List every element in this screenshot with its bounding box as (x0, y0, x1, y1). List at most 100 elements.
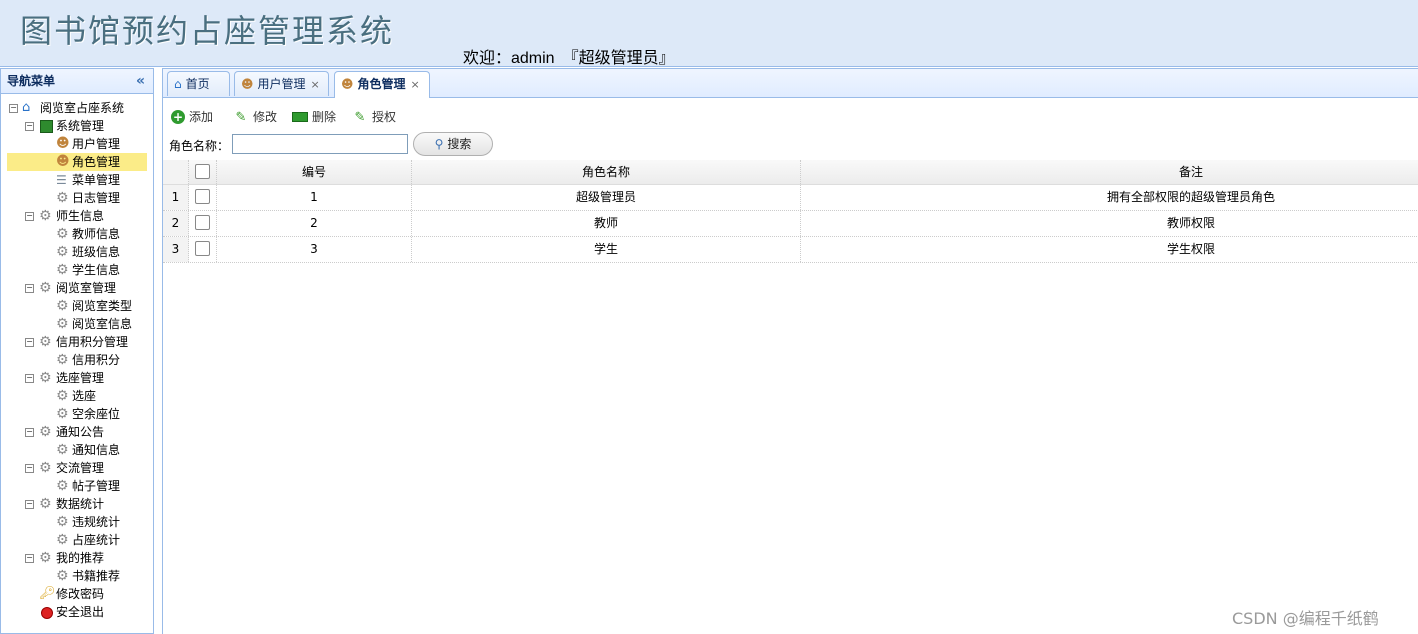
tree-node-reading-room[interactable]: − ⚙ 阅览室管理 (1, 279, 153, 297)
watermark: CSDN @编程千纸鹤 (1232, 609, 1379, 628)
collapse-toggle-icon[interactable]: − (25, 284, 34, 293)
add-button[interactable]: + 添加 (171, 107, 213, 127)
gear-icon: ⚙ (39, 496, 52, 512)
select-all-checkbox[interactable] (195, 164, 210, 179)
tree-node-log-manage[interactable]: ⚙ 日志管理 (1, 189, 153, 207)
collapse-toggle-icon[interactable]: − (25, 338, 34, 347)
collapse-toggle-icon[interactable]: − (9, 104, 18, 113)
pencil-icon: ✎ (354, 110, 366, 125)
tree-node-class-info[interactable]: ⚙ 班级信息 (1, 243, 153, 261)
tree-label: 日志管理 (72, 191, 121, 205)
menu-icon: ☰ (56, 173, 67, 187)
tab-user-manage[interactable]: ☻ 用户管理 × (234, 71, 329, 96)
collapse-toggle-icon[interactable]: − (25, 374, 34, 383)
tree-node-free-seats[interactable]: ⚙ 空余座位 (1, 405, 153, 423)
tab-role-manage[interactable]: ☻ 角色管理 × (334, 71, 430, 98)
tree-label: 违规统计 (72, 515, 121, 529)
collapse-toggle-icon[interactable]: − (25, 500, 34, 509)
tree-node-change-password[interactable]: 🔑︎ 修改密码 (1, 585, 153, 603)
table-row[interactable]: 3 3 学生 学生权限 (163, 237, 1418, 263)
tree-node-communication[interactable]: − ⚙ 交流管理 (1, 459, 153, 477)
tree-label: 系统管理 (56, 119, 105, 133)
tree-node-violation-stats[interactable]: ⚙ 违规统计 (1, 513, 153, 531)
tree-node-room-type[interactable]: ⚙ 阅览室类型 (1, 297, 153, 315)
select-all-cell (189, 160, 217, 184)
folder-icon (40, 120, 53, 133)
tab-home[interactable]: ⌂ 首页 (167, 71, 230, 96)
tree-node-teacher-info[interactable]: ⚙ 教师信息 (1, 225, 153, 243)
edit-label: 修改 (253, 110, 278, 124)
tree-node-book-recommend[interactable]: ⚙ 书籍推荐 (1, 567, 153, 585)
row-checkbox[interactable] (195, 189, 210, 204)
cell-id: 2 (217, 211, 412, 236)
tree-label: 数据统计 (56, 497, 105, 511)
tree-node-notice-info[interactable]: ⚙ 通知信息 (1, 441, 153, 459)
gear-icon: ⚙ (56, 244, 69, 260)
collapse-toggle-icon[interactable]: − (25, 122, 34, 131)
tree-node-root[interactable]: − ⌂ 阅览室占座系统 (1, 99, 153, 117)
tree-node-statistics[interactable]: − ⚙ 数据统计 (1, 495, 153, 513)
tree-label: 阅览室类型 (72, 299, 133, 313)
row-number: 2 (163, 211, 189, 236)
tree-node-student-info[interactable]: ⚙ 学生信息 (1, 261, 153, 279)
collapse-toggle-icon[interactable]: − (25, 212, 34, 221)
cell-role-name: 超级管理员 (412, 185, 801, 210)
authorize-button[interactable]: ✎ 授权 (352, 107, 396, 127)
column-header-role-name[interactable]: 角色名称 (412, 160, 801, 184)
collapse-toggle-icon[interactable]: − (25, 428, 34, 437)
tree-node-posts[interactable]: ⚙ 帖子管理 (1, 477, 153, 495)
tree-label: 学生信息 (72, 263, 121, 277)
tree-node-role-manage[interactable]: ☻ 角色管理 (1, 153, 153, 171)
tree-label: 教师信息 (72, 227, 121, 241)
gear-icon: ⚙ (56, 406, 69, 422)
welcome-user: 欢迎：admin (463, 50, 555, 67)
row-number: 1 (163, 185, 189, 210)
tree-node-system[interactable]: − 系统管理 (1, 117, 153, 135)
delete-label: 删除 (312, 110, 337, 124)
gear-icon: ⚙ (56, 514, 69, 530)
tree-node-teacher-student[interactable]: − ⚙ 师生信息 (1, 207, 153, 225)
gear-icon: ⚙ (56, 532, 69, 548)
row-checkbox-cell (189, 211, 217, 236)
gear-icon: ⚙ (56, 226, 69, 242)
search-button-label: 搜索 (447, 137, 472, 151)
edit-button[interactable]: ✎ 修改 (233, 107, 277, 127)
tree-label: 选座 (72, 389, 97, 403)
row-checkbox[interactable] (195, 241, 210, 256)
tree-node-recommend[interactable]: − ⚙ 我的推荐 (1, 549, 153, 567)
column-header-id[interactable]: 编号 (217, 160, 412, 184)
tree-node-logout[interactable]: 安全退出 (1, 603, 153, 621)
tree-label: 书籍推荐 (72, 569, 121, 583)
tree-node-credit-points[interactable]: ⚙ 信用积分 (1, 351, 153, 369)
tree-label: 占座统计 (72, 533, 121, 547)
double-chevron-left-icon[interactable]: « (136, 69, 145, 93)
search-label: 角色名称： (169, 139, 230, 153)
nav-tree: − ⌂ 阅览室占座系统 − 系统管理 ☻ 用户管理 ☻ 角色管理 ☰ 菜单管理 … (1, 94, 153, 621)
tree-node-room-info[interactable]: ⚙ 阅览室信息 (1, 315, 153, 333)
table-row[interactable]: 1 1 超级管理员 拥有全部权限的超级管理员角色 (163, 185, 1418, 211)
tree-node-credit[interactable]: − ⚙ 信用积分管理 (1, 333, 153, 351)
tree-node-menu-manage[interactable]: ☰ 菜单管理 (1, 171, 153, 189)
column-header-remark[interactable]: 备注 (801, 160, 1418, 184)
table-row[interactable]: 2 2 教师 教师权限 (163, 211, 1418, 237)
search-button[interactable]: ⚲ 搜索 (413, 132, 493, 156)
gear-icon: ⚙ (56, 568, 69, 584)
collapse-toggle-icon[interactable]: − (25, 464, 34, 473)
tree-node-choose-seat[interactable]: ⚙ 选座 (1, 387, 153, 405)
close-icon[interactable]: × (411, 78, 420, 91)
tree-label: 帖子管理 (72, 479, 121, 493)
key-icon: 🔑︎ (39, 586, 56, 601)
row-checkbox[interactable] (195, 215, 210, 230)
cell-role-name: 教师 (412, 211, 801, 236)
tree-node-notice[interactable]: − ⚙ 通知公告 (1, 423, 153, 441)
tree-label: 通知信息 (72, 443, 121, 457)
gear-icon: ⚙ (56, 352, 69, 368)
tree-node-seat-stats[interactable]: ⚙ 占座统计 (1, 531, 153, 549)
role-name-input[interactable] (232, 134, 408, 154)
collapse-toggle-icon[interactable]: − (25, 554, 34, 563)
tab-label: 首页 (185, 77, 210, 91)
delete-button[interactable]: 删除 (292, 107, 336, 127)
tree-node-user-manage[interactable]: ☻ 用户管理 (1, 135, 153, 153)
close-icon[interactable]: × (311, 78, 320, 91)
tree-node-seat-manage[interactable]: − ⚙ 选座管理 (1, 369, 153, 387)
